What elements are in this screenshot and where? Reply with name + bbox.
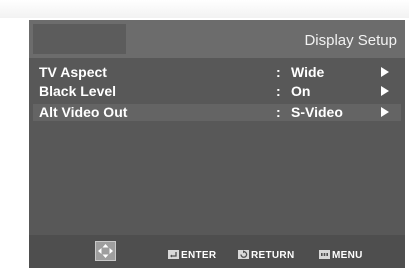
return-label: RETURN [251,250,295,261]
arrow-right-icon [381,86,389,96]
return-hint: RETURN [238,245,294,261]
setting-row-alt-video-out[interactable]: Alt Video Out : S-Video [33,104,401,121]
footer-help-bar: ENTER RETURN MENU [29,235,405,268]
direction-pad-icon [95,241,116,261]
header-bar: Display Setup [29,20,405,58]
enter-label: ENTER [181,250,217,261]
osd-menu-panel: Display Setup TV Aspect : Wide Black Lev… [29,20,405,268]
menu-hint: MENU [319,245,363,261]
setting-label: Alt Video Out [39,104,128,120]
top-strip [0,0,409,18]
setting-value: On [291,83,311,99]
setting-row-black-level[interactable]: Black Level : On [33,83,401,100]
menu-label: MENU [332,250,363,261]
arrow-right-icon [381,67,389,77]
menu-icon [319,250,330,259]
setting-value: S-Video [291,104,343,120]
setting-separator: : [276,104,281,120]
header-tab-block [33,24,126,54]
setting-label: Black Level [39,83,117,99]
enter-hint: ENTER [168,245,216,261]
setting-value: Wide [291,64,325,80]
arrow-right-icon [381,107,389,117]
setting-separator: : [276,83,281,99]
return-icon [238,250,249,259]
page-title: Display Setup [304,32,397,49]
setting-separator: : [276,64,281,80]
setting-row-tv-aspect[interactable]: TV Aspect : Wide [33,64,401,81]
enter-icon [168,250,179,259]
setting-label: TV Aspect [39,64,107,80]
